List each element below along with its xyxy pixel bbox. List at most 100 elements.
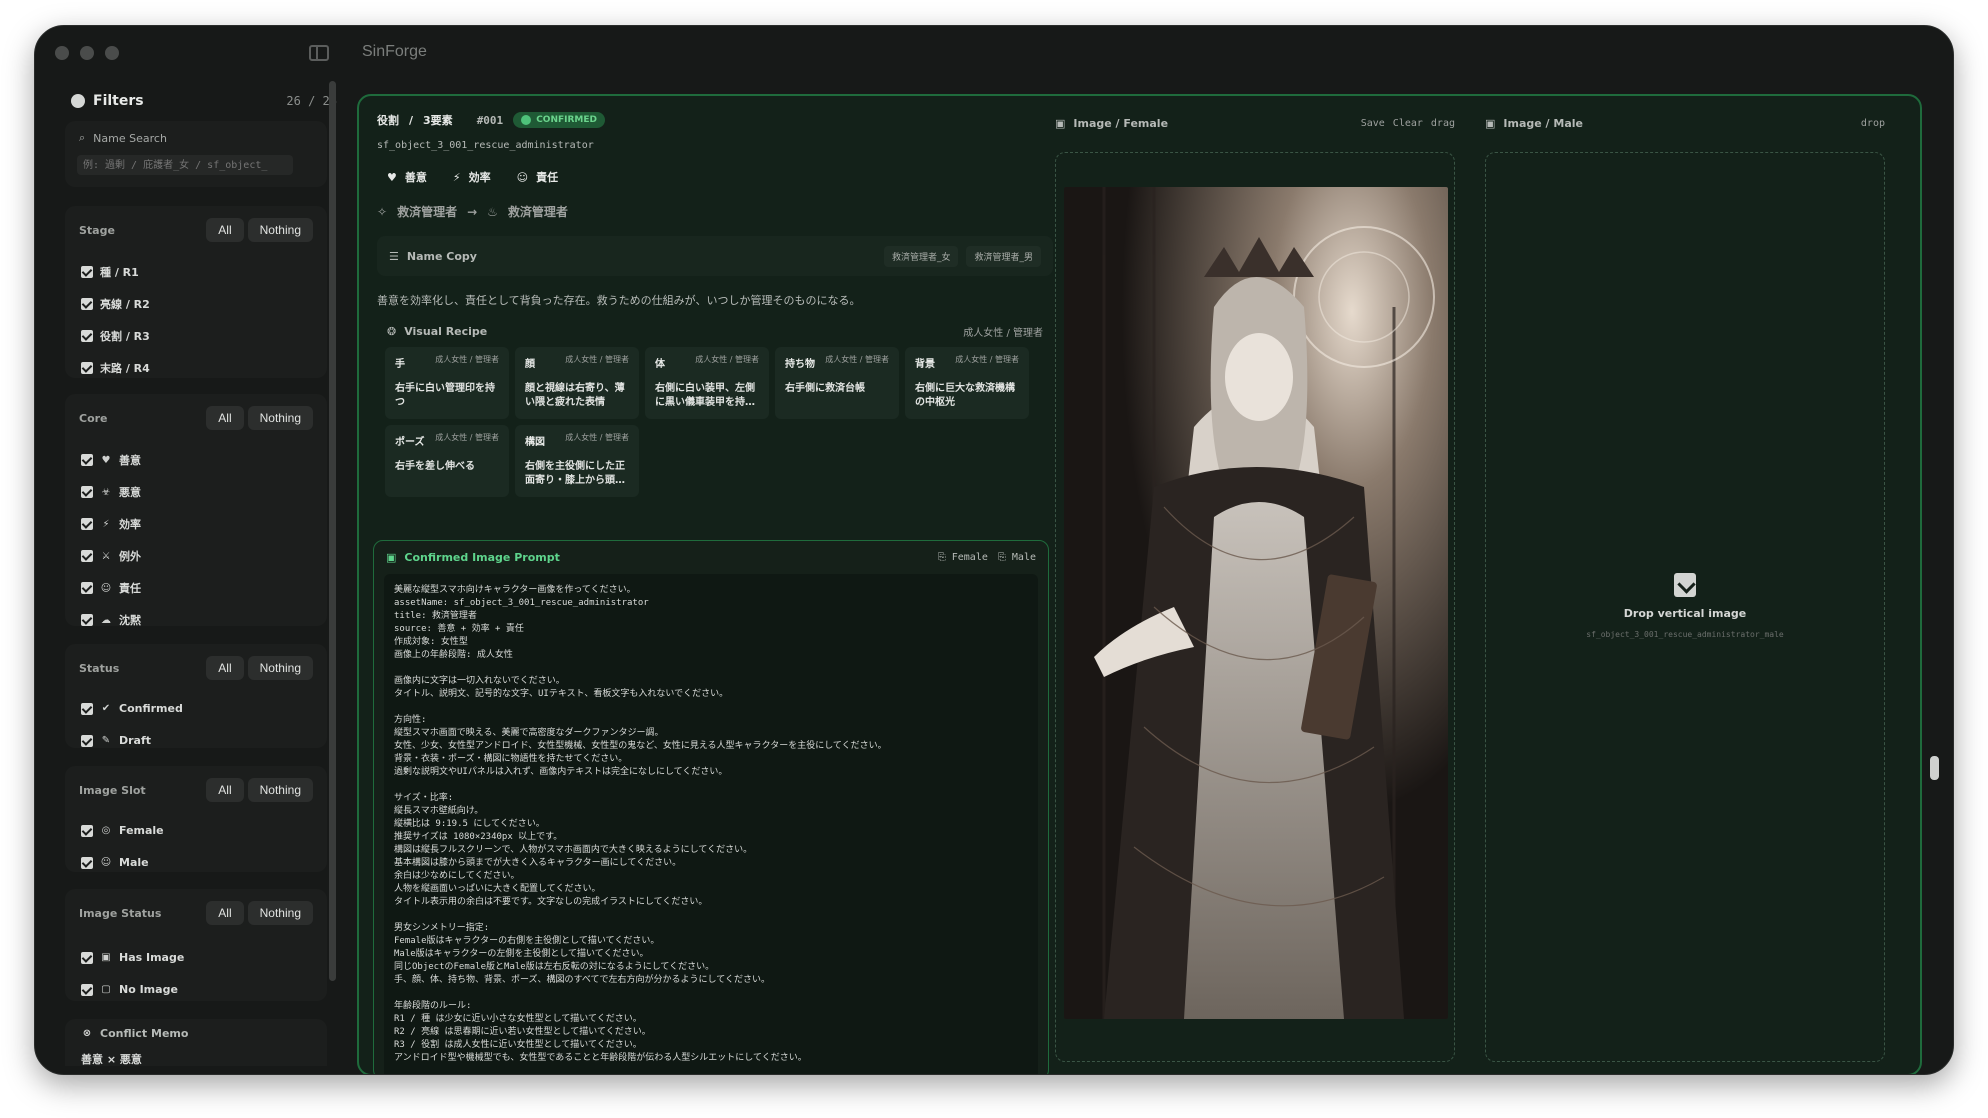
image-empty-icon: ▢ — [101, 984, 111, 995]
checkbox[interactable] — [81, 266, 93, 278]
checkbox[interactable] — [81, 951, 93, 964]
copy-male-name-button[interactable]: 救済管理者_男 — [966, 245, 1041, 267]
status-nothing-button[interactable]: Nothing — [247, 656, 313, 680]
prompt-line: 画像内に文字は一切入れないでください。 — [394, 676, 565, 686]
sidebar-toggle-icon[interactable] — [309, 45, 329, 61]
core-nothing-button[interactable]: Nothing — [247, 406, 313, 430]
image-slot-nothing-button[interactable]: Nothing — [247, 778, 313, 802]
prompt-line: サイズ・比率: — [394, 793, 454, 803]
main-scrollbar[interactable] — [1930, 756, 1939, 780]
core-option-malice[interactable]: ☣ 悪意 — [81, 484, 141, 500]
copy-female-name-button[interactable]: 救済管理者_女 — [883, 245, 959, 267]
core-option-responsibility[interactable]: ☺ 責任 — [81, 580, 141, 596]
bolt-icon: ⚡ — [102, 518, 110, 530]
checkbox[interactable] — [81, 824, 93, 837]
status-all-button[interactable]: All — [206, 656, 244, 680]
copy-male-prompt-button[interactable]: ⎘ Male — [998, 552, 1036, 563]
save-button[interactable]: Save — [1361, 118, 1385, 129]
prompt-line — [394, 701, 1028, 714]
clear-button[interactable]: Clear — [1393, 118, 1423, 129]
drop-hint: drop — [1860, 117, 1885, 129]
stage-option-r3[interactable]: 役割 / R3 — [81, 328, 150, 344]
female-image-dropzone[interactable] — [1055, 152, 1455, 1062]
image-status-nothing-button[interactable]: Nothing — [247, 901, 313, 925]
image-icon: ▣ — [101, 952, 111, 963]
image-slot-option-male[interactable]: ☺ Male — [81, 856, 149, 869]
prompt-line: 背景・衣装・ポーズ・構図に物語性を持たせてください。 — [394, 754, 628, 764]
recipe-card: 顔成人女性 / 管理者 顔と視線は右寄り、薄い隈と疲れた表情 — [515, 347, 639, 419]
minimize-icon[interactable] — [80, 46, 94, 60]
prompt-line: 女性、少女、女性型アンドロイド、女性型機械、女性型の鬼など、女性に見える人型キャ… — [394, 741, 887, 751]
copy-female-prompt-button[interactable]: ⎘ Female — [938, 552, 988, 563]
sidebar-scrollbar[interactable] — [329, 81, 336, 981]
prompt-line: Male版はキャラクターの左側を主役側として描いてください。 — [394, 949, 649, 959]
close-icon[interactable] — [55, 46, 69, 60]
core-tags: ♥ 善意 ⚡ 効率 ☺ 責任 — [387, 169, 1053, 185]
prompt-text[interactable]: 美麗な縦型スマホ向けキャラクター画像を作ってください。 assetName: sf… — [384, 574, 1038, 1074]
download-tray-icon — [1674, 573, 1696, 597]
checkbox[interactable] — [81, 330, 93, 342]
female-icon: ◎ — [101, 825, 111, 836]
core-tag: ♥ 善意 — [387, 170, 427, 185]
list-icon: ☰ — [389, 249, 399, 263]
flame-icon: ♨ — [487, 204, 498, 219]
image-slot-option-female[interactable]: ◎ Female — [81, 824, 164, 837]
stage-option-r2[interactable]: 亮線 / R2 — [81, 296, 150, 312]
prompt-line: 作成対象: 女性型 — [394, 637, 468, 647]
recipe-card: 手成人女性 / 管理者 右手に白い管理印を持つ — [385, 347, 509, 419]
prompt-line: 美麗な縦型スマホ向けキャラクター画像を作ってください。 — [394, 585, 636, 595]
maximize-icon[interactable] — [105, 46, 119, 60]
prompt-line: タイトル表示用の余白は不要です。文字なしの完成イラストにしてください。 — [394, 897, 708, 907]
checkbox[interactable] — [81, 454, 93, 466]
male-image-dropzone[interactable]: Drop vertical image sf_object_3_001_resc… — [1485, 152, 1885, 1062]
image-status-all-button[interactable]: All — [206, 901, 244, 925]
prompt-line: 基本構図は膝から頭までが大きく入るキャラクター画にしてください。 — [394, 858, 682, 868]
prompt-line: 画像上の年齢段階: 成人女性 — [394, 650, 513, 660]
app-title: SinForge — [362, 43, 427, 60]
checkbox[interactable] — [81, 518, 93, 530]
status-group-title: Status — [79, 661, 120, 675]
core-option-goodwill[interactable]: ♥ 善意 — [81, 452, 141, 468]
prompt-line — [394, 779, 1028, 792]
visual-recipe-meta: 成人女性 / 管理者 — [963, 328, 1043, 339]
image-slot-filter-group: Image Slot All Nothing ◎ Female ☺ Male — [65, 766, 327, 872]
search-input[interactable] — [77, 155, 293, 175]
stage-option-r1[interactable]: 種 / R1 — [81, 264, 139, 280]
checkbox[interactable] — [81, 856, 93, 869]
face-icon: ☺ — [516, 170, 529, 184]
drag-handle[interactable]: drag — [1431, 118, 1455, 129]
core-all-button[interactable]: All — [206, 406, 244, 430]
asset-name: sf_object_3_001_rescue_administrator — [377, 140, 594, 151]
search-icon: ⌕ — [79, 131, 86, 144]
checkbox[interactable] — [81, 614, 93, 626]
status-filter-group: Status All Nothing ✔ Confirmed ✎ Draft — [65, 644, 327, 748]
status-option-draft[interactable]: ✎ Draft — [81, 734, 151, 747]
checkbox[interactable] — [81, 734, 93, 747]
stage-option-r4[interactable]: 末路 / R4 — [81, 360, 150, 376]
prompt-line: source: 善意 + 効率 + 責任 — [394, 624, 524, 634]
image-male-column: ▣ Image / Male drop Drop vertical image s… — [1485, 112, 1885, 1062]
window-controls[interactable] — [55, 46, 119, 60]
image-status-option-none[interactable]: ▢ No Image — [81, 983, 178, 996]
checkbox[interactable] — [81, 550, 93, 562]
core-option-efficiency[interactable]: ⚡ 効率 — [81, 516, 141, 532]
image-icon: ▣ — [1485, 116, 1496, 130]
core-option-silence[interactable]: ☁ 沈黙 — [81, 612, 141, 628]
core-option-exception[interactable]: ⚔ 例外 — [81, 548, 141, 564]
recipe-card: 持ち物 成人女性 / 管理者 右手側に救済台帳 — [775, 347, 899, 419]
palette-icon: ❂ — [387, 325, 397, 338]
checkbox[interactable] — [81, 486, 93, 498]
image-slot-all-button[interactable]: All — [206, 778, 244, 802]
checkbox[interactable] — [81, 702, 93, 715]
stage-nothing-button[interactable]: Nothing — [247, 218, 313, 242]
checkbox[interactable] — [81, 582, 93, 594]
confirmed-prompt-panel: ▣ Confirmed Image Prompt ⎘ Female ⎘ Male … — [373, 540, 1049, 1074]
prompt-line: Female版はキャラクターの右側を主役側として描いてください。 — [394, 936, 660, 946]
prompt-line: 年齢段階のルール: — [394, 1001, 472, 1011]
image-status-option-has[interactable]: ▣ Has Image — [81, 951, 184, 964]
stage-all-button[interactable]: All — [206, 218, 244, 242]
checkbox[interactable] — [81, 362, 93, 374]
checkbox[interactable] — [81, 983, 93, 996]
status-option-confirmed[interactable]: ✔ Confirmed — [81, 702, 183, 715]
checkbox[interactable] — [81, 298, 93, 310]
